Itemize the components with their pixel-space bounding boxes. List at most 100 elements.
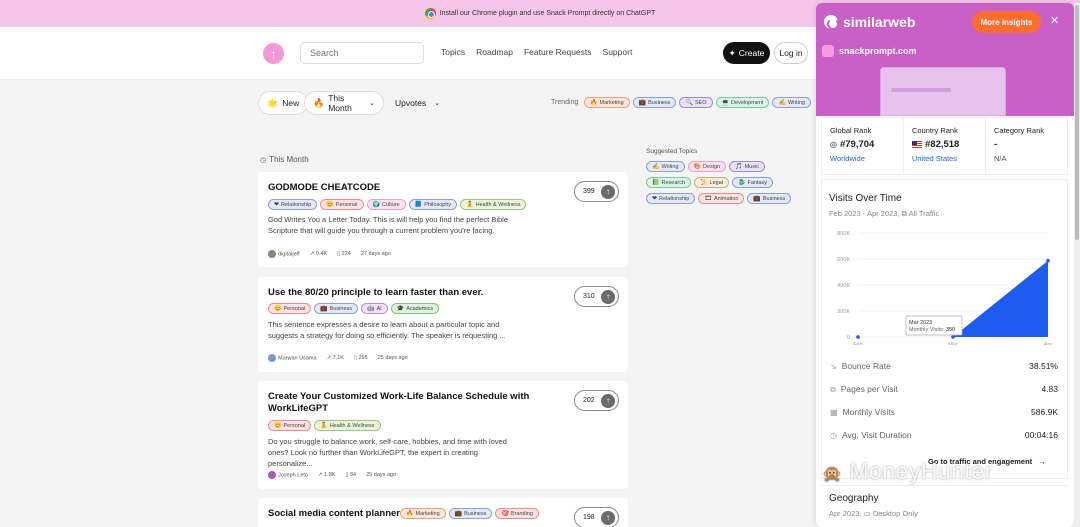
topic-label: Marketing xyxy=(415,510,440,517)
metric-label-text: Monthly Visits xyxy=(842,407,895,417)
topic-tag[interactable]: ✍ Writing xyxy=(772,97,811,108)
upvote-button[interactable]: 202 ↑ xyxy=(574,390,619,411)
topic-tag[interactable]: ❤ Relationship xyxy=(646,193,696,204)
prompt-card[interactable]: GODMODE CHEATCODE ❤ Relationship 😊 Personal… xyxy=(258,172,628,267)
search-input[interactable] xyxy=(300,42,424,64)
topic-tag[interactable]: 📗 Research xyxy=(646,177,692,188)
posted-ago: 25 days ago xyxy=(377,355,408,361)
topic-label: Music xyxy=(744,163,759,170)
topic-tag[interactable]: ❤ Relationship xyxy=(268,199,318,210)
topic-tag[interactable]: 💼 Business xyxy=(632,97,677,108)
prompt-card[interactable]: Social media content planner 🔥 Marketing 💼… xyxy=(258,498,628,527)
topic-label: Health & Wellness xyxy=(329,422,375,429)
banner-text: Install our Chrome plugin and use Snack … xyxy=(439,10,656,17)
topic-label: Research xyxy=(661,179,686,186)
metric-label-text: Avg. Visit Duration xyxy=(841,430,912,440)
data-point[interactable] xyxy=(856,335,860,339)
tooltip-label: Monthly Visits: 350 xyxy=(909,327,955,333)
topic-tag[interactable]: 📘 Philosophy xyxy=(408,199,458,210)
prompt-card[interactable]: Use the 80/20 principle to learn faster … xyxy=(258,277,628,372)
card-title[interactable]: Create Your Customized Work-Life Balance… xyxy=(268,391,538,415)
topic-label: Animation xyxy=(713,195,739,202)
metric-value: 4.83 xyxy=(1041,384,1058,394)
card-tags: ❤ Relationship 😊 Personal 🌍 Culture 📘 Philosoph… xyxy=(268,199,527,210)
suggested-row: ✍ Writing 🎨 Design 🎵 Music xyxy=(646,161,765,172)
topic-tag[interactable]: 🤖 AI xyxy=(361,303,388,314)
nav-support[interactable]: Support xyxy=(603,47,633,57)
topic-icon: 🎞 xyxy=(704,196,712,202)
filter-upvotes[interactable]: Upvotes ⌄ xyxy=(387,91,448,115)
upvote-button[interactable]: 399 ↑ xyxy=(574,181,619,202)
filter-upvotes-label: Upvotes xyxy=(395,98,427,108)
rank-scope-link[interactable]: Worldwide xyxy=(830,154,895,163)
topic-tag[interactable]: 📜 Legal xyxy=(694,177,729,188)
topic-tag[interactable]: 🎨 Design xyxy=(687,161,727,172)
topic-label: Fantasy xyxy=(747,179,768,186)
topic-tag[interactable]: 🌍 Culture xyxy=(366,199,406,210)
vote-count: 310 xyxy=(583,293,595,300)
more-insights-button[interactable]: More insights xyxy=(972,11,1041,33)
topic-tag[interactable]: 🎓 Academics xyxy=(390,303,440,314)
card-title[interactable]: GODMODE CHEATCODE xyxy=(268,182,380,194)
topic-tag[interactable]: 💼 Business xyxy=(448,508,493,519)
topic-tag[interactable]: 🔥 Marketing xyxy=(584,97,630,108)
topic-tag[interactable]: 💼 Business xyxy=(314,303,359,314)
upvote-button[interactable]: 198 ↑ xyxy=(574,507,619,527)
section-this-month: ◷ This Month xyxy=(260,155,309,164)
topic-tag[interactable]: 🧘 Health & Wellness xyxy=(460,199,527,210)
topic-label: Business xyxy=(762,195,786,202)
topic-tag[interactable]: 🔍 SEO xyxy=(679,97,713,108)
views-value: 7.1K xyxy=(332,355,344,361)
rank-scope-link[interactable]: United States xyxy=(912,154,977,163)
prompt-card[interactable]: Create Your Customized Work-Life Balance… xyxy=(258,381,628,489)
create-button[interactable]: ✦ Create xyxy=(723,42,770,64)
scrollbar-thumb[interactable] xyxy=(1075,5,1079,240)
topic-tag[interactable]: 🎵 Music xyxy=(729,161,765,172)
topic-tag[interactable]: 💻 Development xyxy=(715,97,770,108)
topic-label: Marketing xyxy=(599,99,624,106)
topic-icon: 😊 xyxy=(274,423,282,429)
posted-ago: 25 days ago xyxy=(366,472,397,478)
card-title[interactable]: Social media content planner xyxy=(268,508,400,520)
topic-tag[interactable]: 💼 Business xyxy=(747,193,792,204)
author[interactable]: digitaljeff xyxy=(268,250,300,258)
topic-tag[interactable]: 🎞 Animation xyxy=(698,193,745,204)
similarweb-logo[interactable]: similarweb xyxy=(824,14,915,30)
chart-tooltip: Mar 2023 Monthly Visits: 350 xyxy=(905,315,963,336)
topic-tag[interactable]: 🎯 Branding xyxy=(495,508,539,519)
filter-new[interactable]: 🌟 New xyxy=(258,91,309,115)
arrow-up-icon: ↑ xyxy=(601,393,615,408)
author[interactable]: Joseph Leto xyxy=(268,471,308,479)
watermark-text: MoneyHunter xyxy=(849,458,993,484)
topic-tag[interactable]: ✍ Writing xyxy=(646,161,685,172)
topic-tag[interactable]: 😊 Personal xyxy=(320,199,364,210)
metric-pages-per-visit: ⧉ Pages per Visit 4.83 xyxy=(830,384,1058,395)
topic-tag[interactable]: 🧘 Health & Wellness xyxy=(314,420,381,431)
author[interactable]: Marwan Usama xyxy=(268,354,317,362)
data-point[interactable] xyxy=(1046,258,1050,263)
y-tick-label: 600K xyxy=(837,257,850,263)
topic-icon: ✍ xyxy=(652,164,660,170)
topic-tag[interactable]: 🔥 Marketing xyxy=(400,508,446,519)
topic-tag[interactable]: 🐉 Fantasy xyxy=(731,177,774,188)
metric-avg-visit-duration: ◷ Avg. Visit Duration 00:04:16 xyxy=(830,430,1058,440)
nav-feature-requests[interactable]: Feature Requests xyxy=(524,47,592,57)
card-title[interactable]: Use the 80/20 principle to learn faster … xyxy=(268,287,483,299)
rank-summary: Global Rank ◎ #79,704 Worldwide Country R… xyxy=(821,117,1068,175)
topic-tag[interactable]: 😊 Personal xyxy=(268,303,312,314)
topic-tag[interactable]: 😊 Personal xyxy=(268,420,312,431)
login-button[interactable]: Log in xyxy=(774,42,808,64)
topic-label: Personal xyxy=(335,201,358,208)
nav-roadmap[interactable]: Roadmap xyxy=(476,47,513,57)
visits-chart: 0 200K 400K 600K 800K Feb Mar Apr Mar 2023 Mon… xyxy=(837,231,1052,345)
page-scrollbar[interactable] xyxy=(1074,3,1080,527)
globe-icon: ◎ xyxy=(830,140,837,149)
nav-topics[interactable]: Topics xyxy=(441,47,465,57)
topic-icon: 🤖 xyxy=(367,306,375,312)
logo-upvote-icon[interactable]: ↑ xyxy=(263,43,284,64)
upvote-button[interactable]: 310 ↑ xyxy=(574,286,619,307)
topic-label: Legal xyxy=(709,179,723,186)
filter-this-month[interactable]: 🔥 This Month ⌄ xyxy=(304,91,384,115)
data-point[interactable] xyxy=(951,335,955,339)
close-icon[interactable]: ✕ xyxy=(1050,14,1059,27)
